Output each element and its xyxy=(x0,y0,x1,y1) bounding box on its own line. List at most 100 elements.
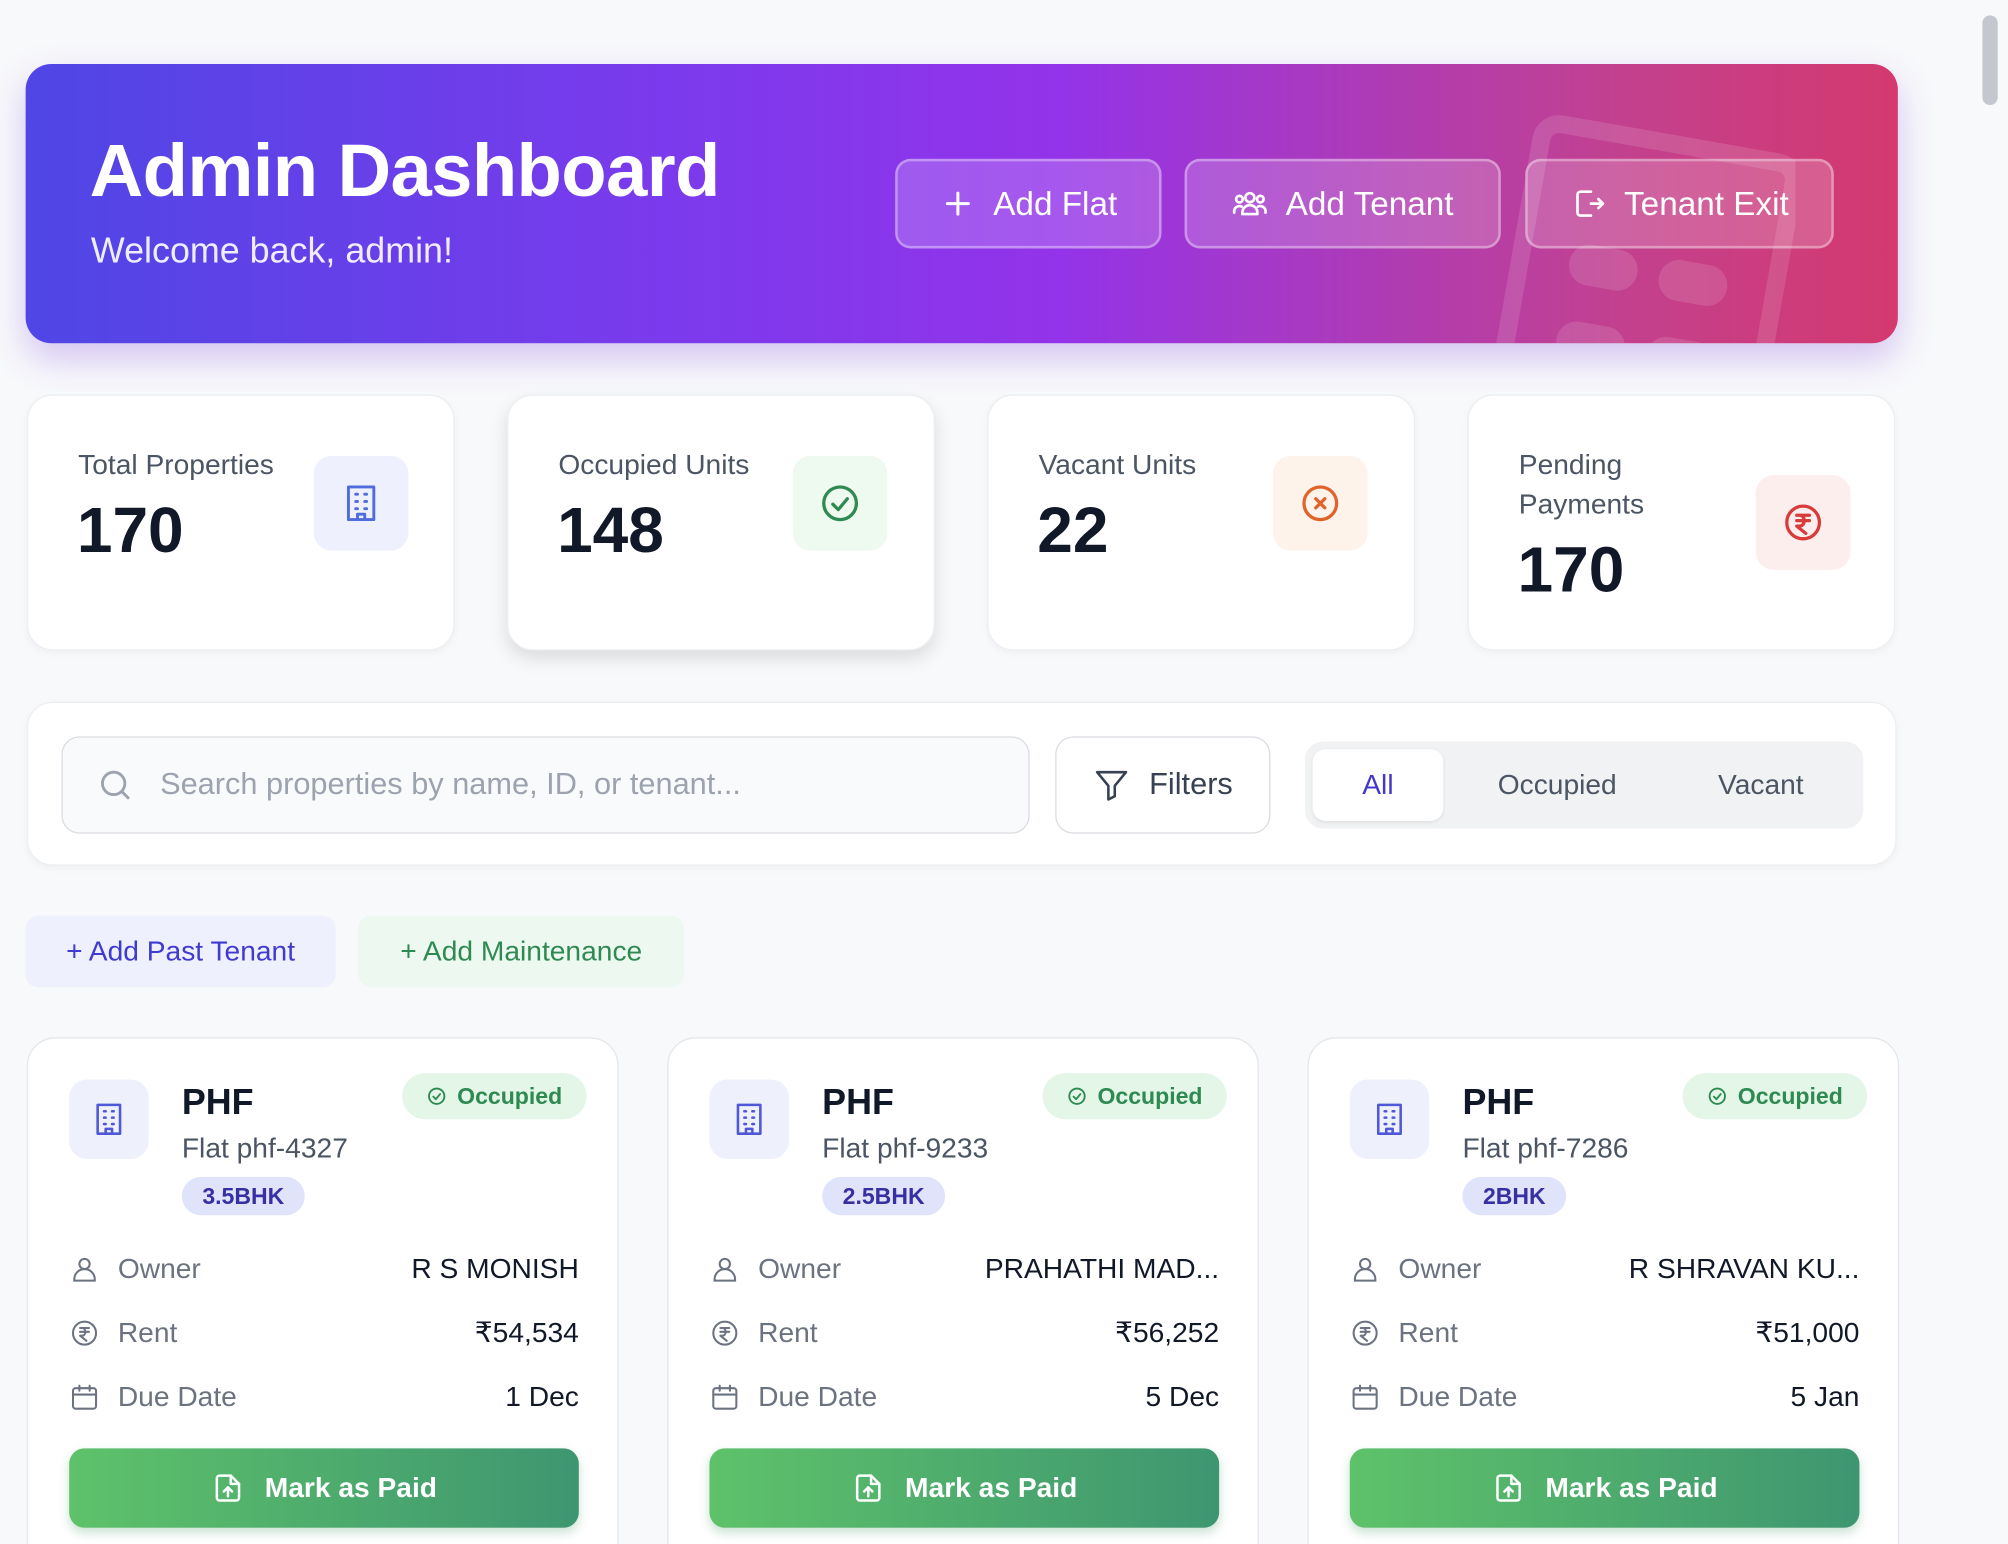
due-date-label: Due Date xyxy=(117,1380,237,1413)
owner-label: Owner xyxy=(758,1252,842,1285)
status-badge: Occupied xyxy=(1042,1073,1227,1120)
status-badge: Occupied xyxy=(1682,1073,1868,1120)
filters-button[interactable]: Filters xyxy=(1055,736,1271,834)
mark-as-paid-label: Mark as Paid xyxy=(905,1471,1078,1504)
stat-icon-box xyxy=(1755,475,1851,570)
due-date-value: 5 Dec xyxy=(1145,1380,1220,1413)
rent-value: ₹54,534 xyxy=(474,1316,579,1349)
building-icon xyxy=(96,1103,122,1135)
due-date-value: 5 Jan xyxy=(1790,1380,1860,1413)
stat-label: Pending Payments xyxy=(1518,448,1645,520)
building-icon xyxy=(346,485,376,522)
file-upload-icon xyxy=(1495,1474,1521,1502)
stat-label: Occupied Units xyxy=(558,448,750,481)
property-icon-box xyxy=(1349,1079,1430,1159)
segment-occupied[interactable]: Occupied xyxy=(1466,749,1648,821)
add-flat-label: Add Flat xyxy=(993,183,1118,223)
scrollbar[interactable] xyxy=(1972,0,2008,1544)
plus-icon xyxy=(945,191,970,216)
dashboard-header: Admin Dashboard Welcome back, admin! Add… xyxy=(25,64,1898,344)
building-icon xyxy=(1376,1103,1402,1135)
property-name: PHF xyxy=(181,1082,254,1122)
stat-value: 170 xyxy=(76,494,184,567)
page: Admin Dashboard Welcome back, admin! Add… xyxy=(0,0,2008,1544)
property-card: PHF Flat phf-7286 2BHK Occupied Owner R … xyxy=(1307,1037,1900,1544)
segment-vacant[interactable]: Vacant xyxy=(1684,749,1838,821)
due-date-label: Due Date xyxy=(1398,1380,1518,1413)
search-input[interactable] xyxy=(160,767,980,803)
owner-value: R SHRAVAN KU... xyxy=(1628,1252,1860,1285)
rupee-circle-icon xyxy=(1352,1320,1378,1346)
owner-value: R S MONISH xyxy=(411,1252,579,1285)
status-label: Occupied xyxy=(457,1082,563,1109)
tenant-exit-label: Tenant Exit xyxy=(1624,183,1789,223)
rent-value: ₹51,000 xyxy=(1755,1316,1860,1349)
scrollbar-thumb[interactable] xyxy=(1982,15,1998,106)
mark-as-paid-button[interactable]: Mark as Paid xyxy=(1349,1448,1860,1528)
status-badge: Occupied xyxy=(402,1073,587,1120)
rupee-circle-icon xyxy=(71,1320,98,1346)
calendar-icon xyxy=(712,1384,738,1410)
owner-label: Owner xyxy=(1398,1252,1482,1285)
add-past-tenant-button[interactable]: + Add Past Tenant xyxy=(25,915,336,988)
mark-as-paid-button[interactable]: Mark as Paid xyxy=(69,1448,579,1528)
page-title: Admin Dashboard xyxy=(89,129,721,213)
stat-value: 22 xyxy=(1037,494,1109,567)
stat-value: 170 xyxy=(1517,534,1625,606)
add-flat-button[interactable]: Add Flat xyxy=(895,158,1162,249)
user-icon xyxy=(713,1257,737,1282)
add-maintenance-button[interactable]: + Add Maintenance xyxy=(358,915,684,988)
owner-row: Owner R S MONISH xyxy=(69,1250,579,1288)
user-icon xyxy=(73,1257,96,1282)
search-filter-panel: Filters All Occupied Vacant xyxy=(26,701,1897,866)
mark-as-paid-button[interactable]: Mark as Paid xyxy=(709,1448,1220,1528)
due-date-row: Due Date 5 Jan xyxy=(1350,1378,1860,1416)
mark-as-paid-label: Mark as Paid xyxy=(1545,1471,1718,1504)
search-box xyxy=(61,736,1030,834)
segment-all[interactable]: All xyxy=(1312,749,1444,821)
stat-label: Vacant Units xyxy=(1038,448,1197,481)
rent-value: ₹56,252 xyxy=(1115,1316,1220,1349)
add-tenant-button[interactable]: Add Tenant xyxy=(1184,158,1501,249)
check-circle-icon xyxy=(1068,1087,1086,1105)
owner-label: Owner xyxy=(117,1252,201,1285)
calendar-icon xyxy=(71,1384,98,1410)
flat-id: Flat phf-4327 xyxy=(181,1132,348,1165)
due-date-row: Due Date 5 Dec xyxy=(709,1378,1219,1416)
bhk-badge: 2BHK xyxy=(1462,1176,1567,1216)
filters-label: Filters xyxy=(1149,767,1233,802)
rent-row: Rent ₹51,000 xyxy=(1350,1314,1860,1352)
building-icon xyxy=(736,1103,762,1135)
owner-value: PRAHATHI MAD... xyxy=(984,1252,1220,1285)
property-icon-box xyxy=(69,1079,149,1159)
flat-id: Flat phf-9233 xyxy=(822,1132,989,1165)
tenant-exit-button[interactable]: Tenant Exit xyxy=(1525,158,1834,249)
stat-card-pending-payments: Pending Payments 170 xyxy=(1467,394,1896,651)
stat-icon-box xyxy=(1272,455,1368,551)
stat-value: 148 xyxy=(557,494,664,567)
stat-icon-box xyxy=(313,455,409,551)
stat-card-occupied-units: Occupied Units 148 xyxy=(507,394,935,651)
mark-as-paid-label: Mark as Paid xyxy=(264,1471,438,1504)
x-circle-icon xyxy=(1302,485,1339,522)
due-date-row: Due Date 1 Dec xyxy=(69,1378,579,1416)
check-circle-icon xyxy=(1708,1087,1726,1105)
owner-row: Owner R SHRAVAN KU... xyxy=(1350,1250,1860,1288)
stat-card-vacant-units: Vacant Units 22 xyxy=(987,394,1416,651)
stat-label: Total Properties xyxy=(78,448,274,481)
search-icon xyxy=(101,770,130,800)
stat-icon-box xyxy=(792,455,888,551)
rent-label: Rent xyxy=(758,1316,818,1349)
stat-card-total-properties: Total Properties 170 xyxy=(26,394,455,651)
property-name: PHF xyxy=(822,1082,894,1122)
property-name: PHF xyxy=(1462,1082,1535,1122)
status-label: Occupied xyxy=(1097,1082,1203,1109)
status-label: Occupied xyxy=(1737,1082,1843,1109)
rent-row: Rent ₹54,534 xyxy=(69,1314,579,1352)
check-circle-icon xyxy=(822,485,859,522)
rupee-circle-icon xyxy=(1785,504,1822,541)
bhk-badge: 2.5BHK xyxy=(822,1176,946,1216)
logout-icon xyxy=(1576,190,1605,217)
users-icon xyxy=(1232,191,1267,216)
property-card: PHF Flat phf-4327 3.5BHK Occupied Owner … xyxy=(26,1037,619,1544)
